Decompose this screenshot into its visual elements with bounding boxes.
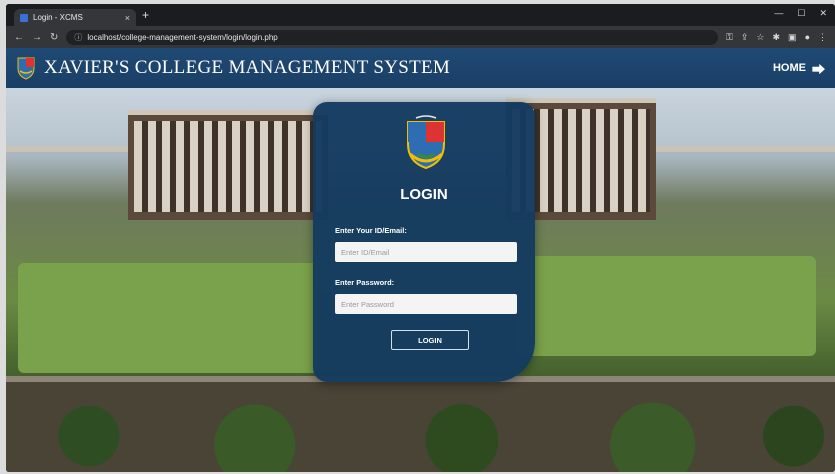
- login-card: LOGIN Enter Your ID/Email: Enter Passwor…: [313, 102, 535, 382]
- url-text: localhost/college-management-system/logi…: [87, 32, 278, 42]
- close-window-icon[interactable]: ✕: [819, 8, 827, 19]
- back-icon[interactable]: ←: [14, 32, 24, 43]
- window-controls: — ☐ ✕: [774, 8, 827, 19]
- browser-toolbar: ⚿ ⇪ ☆ ✱ ▣ ● ⋮: [726, 32, 827, 43]
- lawn-left: [18, 263, 318, 373]
- star-icon[interactable]: ☆: [756, 32, 764, 43]
- building-left: [128, 110, 328, 220]
- menu-icon[interactable]: ⋮: [818, 32, 827, 43]
- extensions-icon[interactable]: ✱: [773, 32, 781, 43]
- password-input[interactable]: [335, 294, 517, 314]
- login-button[interactable]: LOGIN: [391, 330, 469, 350]
- sign-in-icon: ⮕: [811, 61, 825, 77]
- app-title: XAVIER'S COLLEGE MANAGEMENT SYSTEM: [44, 57, 451, 78]
- password-label: Enter Password:: [335, 278, 395, 287]
- id-label: Enter Your ID/Email:: [335, 226, 407, 235]
- browser-window: Login - XCMS × + — ☐ ✕ ← → ↻ ⓘ localhost…: [6, 4, 835, 472]
- home-link[interactable]: HOME ⮕: [773, 59, 825, 78]
- url-field[interactable]: ⓘ localhost/college-management-system/lo…: [66, 29, 719, 45]
- reload-icon[interactable]: ↻: [50, 32, 58, 43]
- sidebar-icon[interactable]: ▣: [788, 32, 797, 43]
- key-icon[interactable]: ⚿: [726, 32, 733, 43]
- forward-icon[interactable]: →: [32, 32, 42, 43]
- close-tab-icon[interactable]: ×: [125, 13, 130, 23]
- tree-line: [6, 382, 835, 472]
- login-title: LOGIN: [400, 186, 448, 203]
- new-tab-button[interactable]: +: [142, 9, 149, 21]
- tab-bar: Login - XCMS × + — ☐ ✕: [6, 4, 835, 26]
- address-bar: ← → ↻ ⓘ localhost/college-management-sys…: [6, 26, 835, 48]
- college-crest-icon: [17, 57, 35, 80]
- home-label: HOME: [772, 62, 806, 74]
- browser-tab[interactable]: Login - XCMS ×: [14, 9, 136, 26]
- minimize-icon[interactable]: —: [774, 8, 783, 19]
- college-crest-icon: [407, 115, 445, 170]
- info-icon[interactable]: ⓘ: [74, 32, 82, 43]
- app-header: XAVIER'S COLLEGE MANAGEMENT SYSTEM HOME …: [6, 48, 835, 88]
- favicon-icon: [20, 13, 28, 22]
- lawn-right: [516, 256, 816, 356]
- tab-title: Login - XCMS: [33, 13, 83, 22]
- profile-icon[interactable]: ●: [805, 32, 810, 43]
- id-email-input[interactable]: [335, 242, 517, 262]
- share-icon[interactable]: ⇪: [741, 32, 749, 43]
- maximize-icon[interactable]: ☐: [797, 8, 805, 19]
